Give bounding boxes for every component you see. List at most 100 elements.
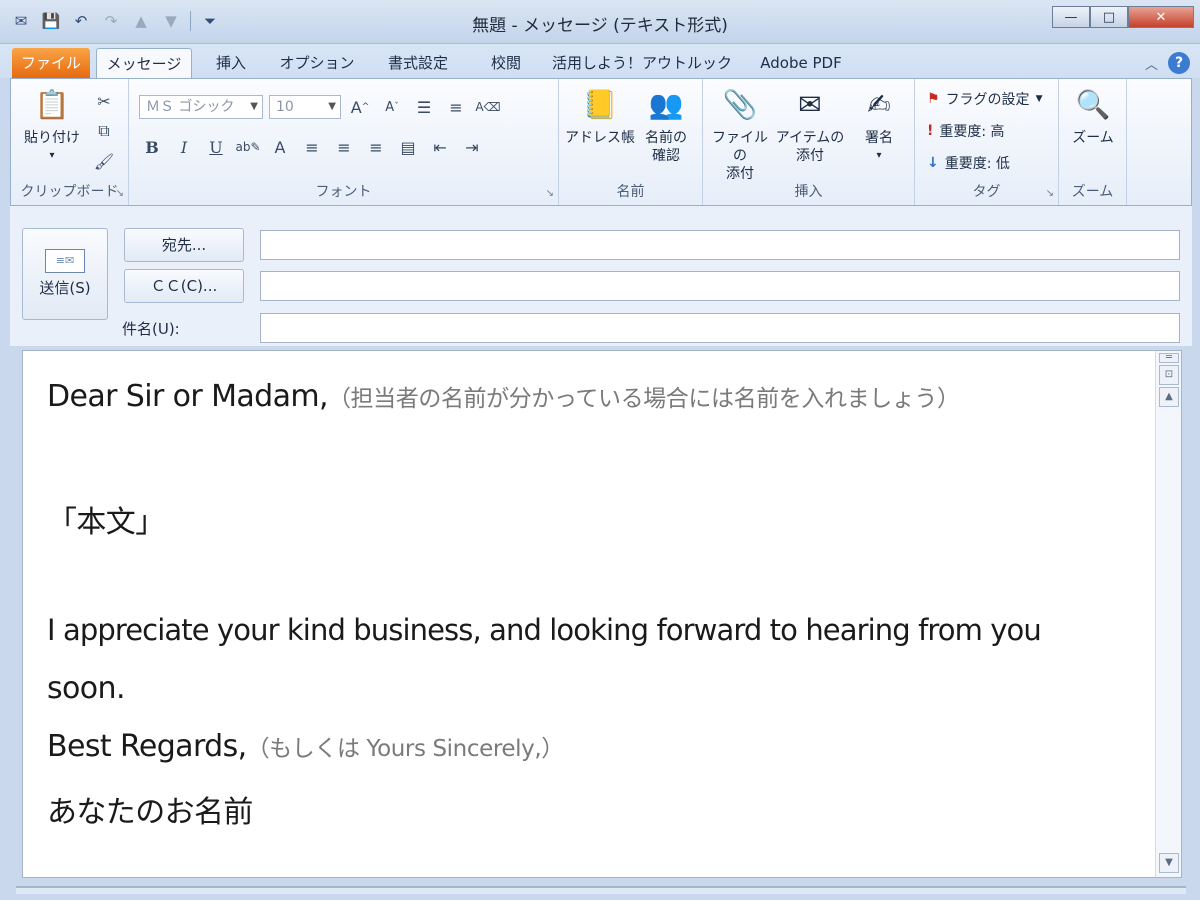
ribbon-right-controls: ︿ ? [1145,52,1190,74]
status-bar [16,886,1186,894]
sender-name: あなたのお名前 [47,795,253,830]
chevron-down-icon: ▼ [328,101,336,112]
minimize-button[interactable]: — [1052,6,1090,28]
magnifier-icon: 🔍 [1075,88,1111,121]
check-names-icon: 👥 [648,88,684,121]
tab-outlook-tips[interactable]: 活用しよう！アウトルック [552,48,732,78]
vertical-scrollbar[interactable]: ═ ⊡ ▲ ▼ [1155,351,1181,877]
cc-field[interactable] [260,271,1180,301]
compose-header: ≡✉ 送信(S) 宛先... ＣＣ(C)... 件名(U): [10,206,1192,346]
increase-indent-icon[interactable]: ⇥ [459,135,485,159]
tab-adobe-pdf[interactable]: Adobe PDF [746,48,856,78]
split-handle-icon[interactable]: ═ [1159,353,1179,363]
clear-formatting-icon[interactable]: A⌫ [475,95,501,119]
maximize-button[interactable]: □ [1090,6,1128,28]
highlight-icon[interactable]: ab✎ [235,135,261,159]
send-button[interactable]: ≡✉ 送信(S) [22,228,108,320]
help-icon[interactable]: ? [1168,52,1190,74]
paperclip-icon: 📎 [722,88,758,121]
tab-review[interactable]: 校閲 [476,48,536,78]
group-label-clipboard: クリップボード [20,184,119,200]
message-body[interactable]: Dear Sir or Madam,（担当者の名前が分かっている場合には名前を入… [22,350,1182,878]
shrink-font-icon[interactable]: Aˇ [379,95,405,119]
ribbon-tabs: ファイル メッセージ 挿入 オプション 書式設定 校閲 活用しよう！アウトルック… [0,44,1200,78]
font-row-1: ＭＳ ゴシック ▼ 10 ▼ A ^ Aˇ ☰ ≡ A⌫ [139,95,501,119]
numbering-icon[interactable]: ≡ [443,95,469,119]
attach-file-button[interactable]: 📎 ファイルの 添付 [707,85,773,183]
closing-line-2: soon. [47,671,125,706]
italic-icon[interactable]: I [171,135,197,159]
group-zoom: 🔍 ズーム ズーム [1059,79,1127,205]
font-size-value: 10 [276,99,294,115]
to-button[interactable]: 宛先... [124,228,244,262]
align-left-icon[interactable]: ≡ [299,135,325,159]
low-importance-button[interactable]: ↓ 重要度: 低 [927,153,1010,173]
align-center-icon[interactable]: ≡ [331,135,357,159]
tab-options[interactable]: オプション [272,48,362,78]
underline-icon[interactable]: U [203,135,229,159]
group-tags: ⚑ フラグの設定 ▼ ! 重要度: 高 ↓ 重要度: 低 タグ ↘ [915,79,1059,205]
close-button[interactable]: ✕ [1128,6,1194,28]
address-book-button[interactable]: 📒 アドレス帳 [565,85,635,147]
follow-up-button[interactable]: ⚑ フラグの設定 ▼ [927,89,1042,109]
regards: Best Regards, [47,729,247,764]
scroll-down-icon[interactable]: ▼ [1159,853,1179,873]
tab-file[interactable]: ファイル [12,48,90,78]
font-name-value: ＭＳ ゴシック [146,99,235,115]
clipboard-icon: 📋 [34,88,70,121]
group-clipboard: 📋 貼り付け ▾ ✂ ⧉ 🖌 クリップボード ↘ [11,79,129,205]
tab-message[interactable]: メッセージ [96,48,192,78]
minimize-ribbon-icon[interactable]: ︿ [1145,54,1158,73]
tab-insert[interactable]: 挿入 [206,48,256,78]
group-label-font: フォント [315,184,372,200]
bold-icon[interactable]: B [139,135,165,159]
signature-icon: ✍ [867,88,891,121]
high-importance-button[interactable]: ! 重要度: 高 [927,121,1005,141]
align-right-icon[interactable]: ≡ [363,135,389,159]
chevron-down-icon: ▾ [49,150,55,161]
send-icon: ≡✉ [45,249,85,273]
paste-label: 貼り付け [24,130,80,146]
scroll-up-icon[interactable]: ▲ [1159,387,1179,407]
dialog-launcher-icon[interactable]: ↘ [116,188,124,199]
follow-up-label: フラグの設定 [945,92,1030,108]
window-controls: — □ ✕ [1052,6,1194,28]
to-field[interactable] [260,230,1180,260]
zoom-button[interactable]: 🔍 ズーム [1061,85,1125,147]
copy-icon[interactable]: ⧉ [91,119,117,143]
low-importance-label: 重要度: 低 [944,156,1010,172]
group-label-zoom: ズーム [1071,184,1114,200]
font-size-combo[interactable]: 10 ▼ [269,95,341,119]
send-label: 送信(S) [39,279,91,297]
cut-icon[interactable]: ✂ [91,89,117,113]
subject-label: 件名(U): [122,320,180,338]
attach-item-button[interactable]: ✉ アイテムの 添付 [775,85,845,165]
signature-button[interactable]: ✍ 署名 ▾ [849,85,909,165]
grow-font-icon[interactable]: A ^ [347,95,373,119]
group-font: ＭＳ ゴシック ▼ 10 ▼ A ^ Aˇ ☰ ≡ A⌫ B I U ab✎ A ≡ … [129,79,559,205]
regards-note: （もしくは Yours Sincerely,） [246,736,565,762]
dialog-launcher-icon[interactable]: ↘ [546,188,554,199]
exclamation-icon: ! [927,123,934,139]
attach-item-label-2: 添付 [796,148,824,164]
ruler-toggle-icon[interactable]: ⊡ [1159,365,1179,385]
decrease-indent-icon[interactable]: ⇤ [427,135,453,159]
format-painter-icon[interactable]: 🖌 [91,149,117,173]
cc-button[interactable]: ＣＣ(C)... [124,269,244,303]
check-names-button[interactable]: 👥 名前の 確認 [635,85,697,165]
closing-line-1: I appreciate your kind business, and loo… [47,613,1042,647]
paste-button[interactable]: 📋 貼り付け ▾ [17,85,87,165]
font-name-combo[interactable]: ＭＳ ゴシック ▼ [139,95,263,119]
zoom-button-label: ズーム [1072,130,1114,146]
subject-field[interactable] [260,313,1180,343]
dialog-launcher-icon[interactable]: ↘ [1046,188,1054,199]
regards-line: Best Regards,（もしくは Yours Sincerely,） [47,729,564,764]
tab-format[interactable]: 書式設定 [376,48,460,78]
ribbon: 📋 貼り付け ▾ ✂ ⧉ 🖌 クリップボード ↘ ＭＳ ゴシック ▼ 10 ▼ A ^… [10,78,1192,206]
bullets-icon[interactable]: ☰ [411,95,437,119]
font-color-icon[interactable]: A [267,135,293,159]
address-book-label: アドレス帳 [565,130,635,146]
justify-icon[interactable]: ▤ [395,135,421,159]
greeting-note: （担当者の名前が分かっている場合には名前を入れましょう） [327,386,960,412]
group-label-names: 名前 [616,184,645,200]
